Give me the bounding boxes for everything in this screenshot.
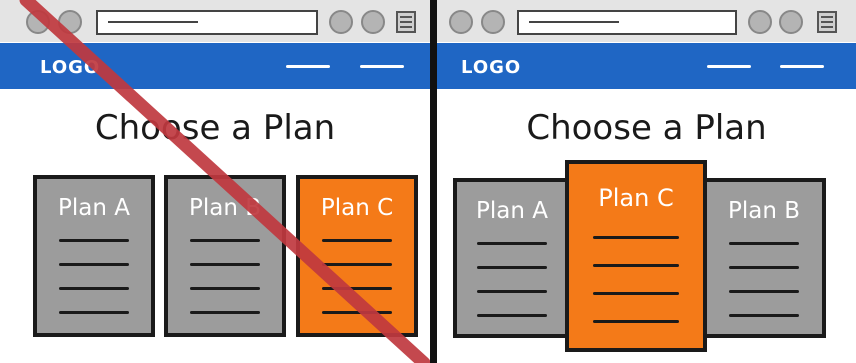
plan-card-c-featured[interactable]: Plan C: [565, 160, 707, 352]
browser-toolbar: [437, 0, 856, 42]
nav-bar: LOGO: [437, 43, 856, 89]
page-title: Choose a Plan: [526, 108, 767, 148]
plan-card-a[interactable]: Plan A: [453, 178, 571, 338]
logo[interactable]: LOGO: [461, 57, 521, 78]
window-button-icon[interactable]: [481, 10, 505, 34]
menu-icon[interactable]: [817, 11, 837, 33]
nav-link[interactable]: [707, 65, 751, 68]
plan-title: Plan A: [476, 198, 548, 224]
plan-title: Plan C: [598, 184, 674, 212]
address-bar[interactable]: [517, 10, 737, 35]
wireframe-right: LOGO Choose a Plan Plan A Plan B Plan C: [437, 0, 856, 363]
plan-card-b[interactable]: Plan B: [702, 178, 826, 338]
divider: [430, 0, 437, 363]
toolbar-button-icon[interactable]: [779, 10, 803, 34]
wireframe-left: LOGO Choose a Plan Plan A Plan B Plan C: [0, 0, 430, 363]
plan-title: Plan B: [727, 198, 801, 224]
window-button-icon[interactable]: [449, 10, 473, 34]
cross-out-icon: [19, 0, 430, 363]
toolbar-button-icon[interactable]: [748, 10, 772, 34]
nav-link[interactable]: [780, 65, 824, 68]
